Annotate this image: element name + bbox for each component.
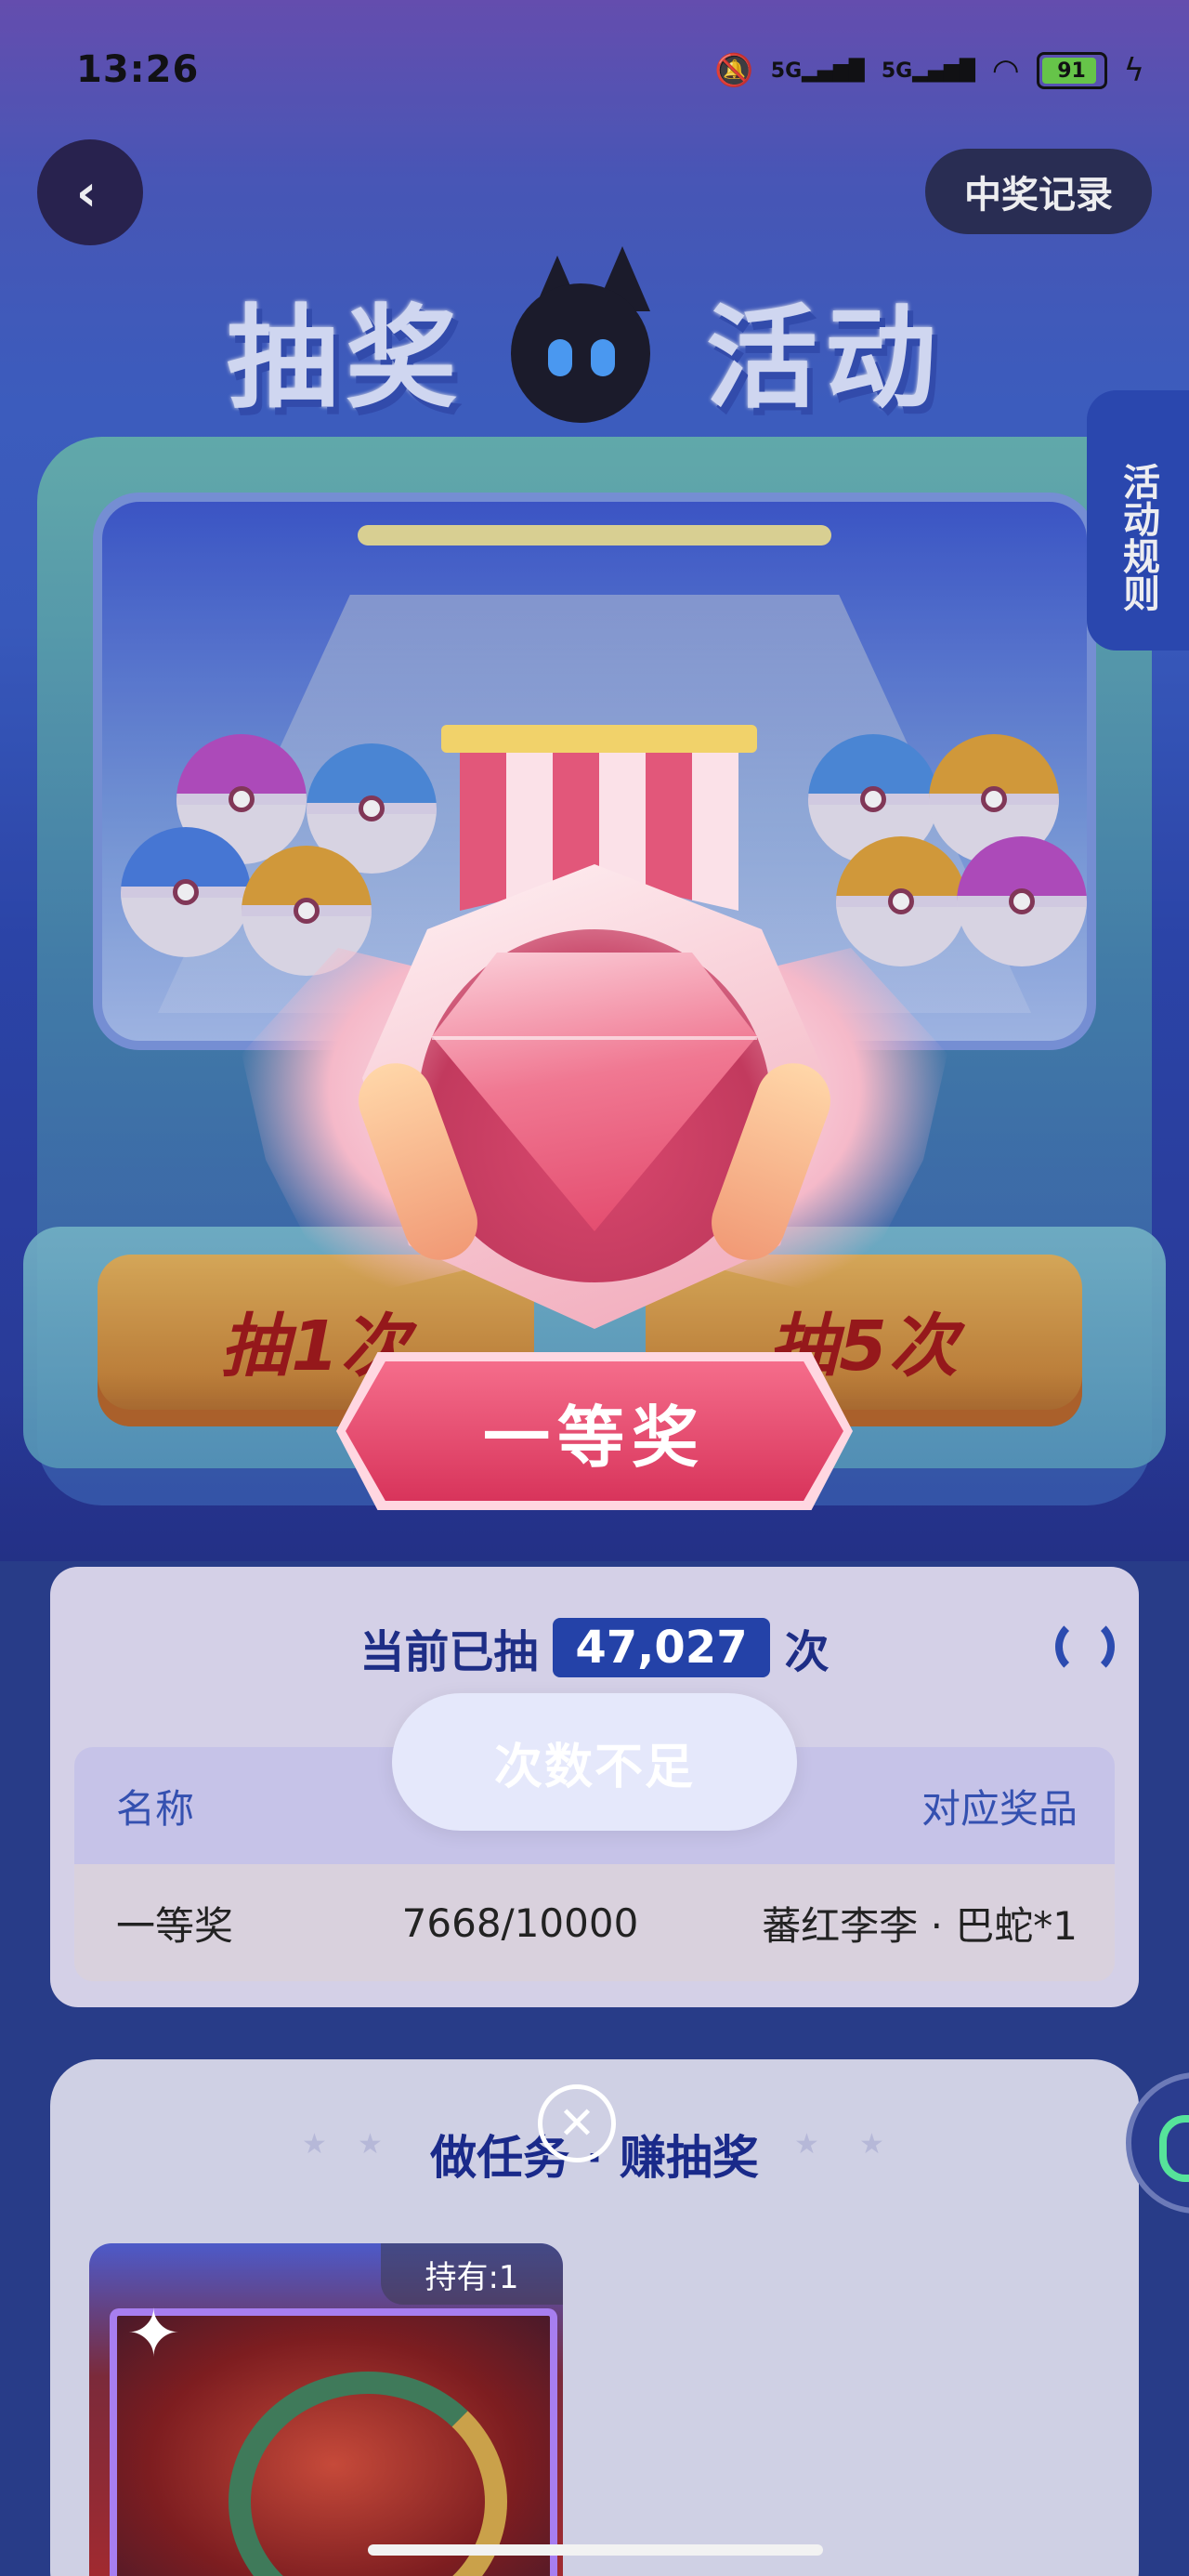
home-indicator[interactable] [368, 2544, 823, 2556]
row-prize: 蕃红李李 · 巴蛇*1 [762, 1902, 1078, 1949]
close-icon: ✕ [557, 2097, 596, 2149]
table-row: 一等奖 7668/10000 蕃红李李 · 巴蛇*1 [74, 1864, 1115, 1981]
draw-count-line: 当前已抽 47,027 次 [0, 1615, 1189, 1680]
prize-medal: 一等奖 [242, 716, 947, 1515]
first-prize-banner: 一等奖 [346, 1361, 843, 1501]
column-header-prize: 对应奖品 [921, 1785, 1078, 1832]
draw-count-value: 47,027 [553, 1618, 770, 1677]
close-popup-button[interactable]: ✕ [538, 2084, 616, 2162]
collectible-card[interactable]: ✦ 持有:1 [89, 2243, 563, 2576]
refresh-icon[interactable] [1055, 1617, 1115, 1676]
insufficient-draws-toast: 次数不足 [392, 1693, 797, 1831]
draw-count-label: 当前已抽 [359, 1626, 539, 1678]
draw-count-unit: 次 [784, 1626, 830, 1678]
holding-count-badge: 持有:1 [381, 2243, 563, 2305]
diamond-facet-line [432, 1036, 757, 1040]
medal-ribbon-bar [441, 725, 757, 753]
page: 13:26 🔕 5G▂▄▆█ 5G▂▄▆█ ◠ 91 ϟ ‹ 中奖记录 抽奖 活… [0, 0, 1189, 2576]
sparkle-icon: ✦ [126, 2295, 181, 2372]
